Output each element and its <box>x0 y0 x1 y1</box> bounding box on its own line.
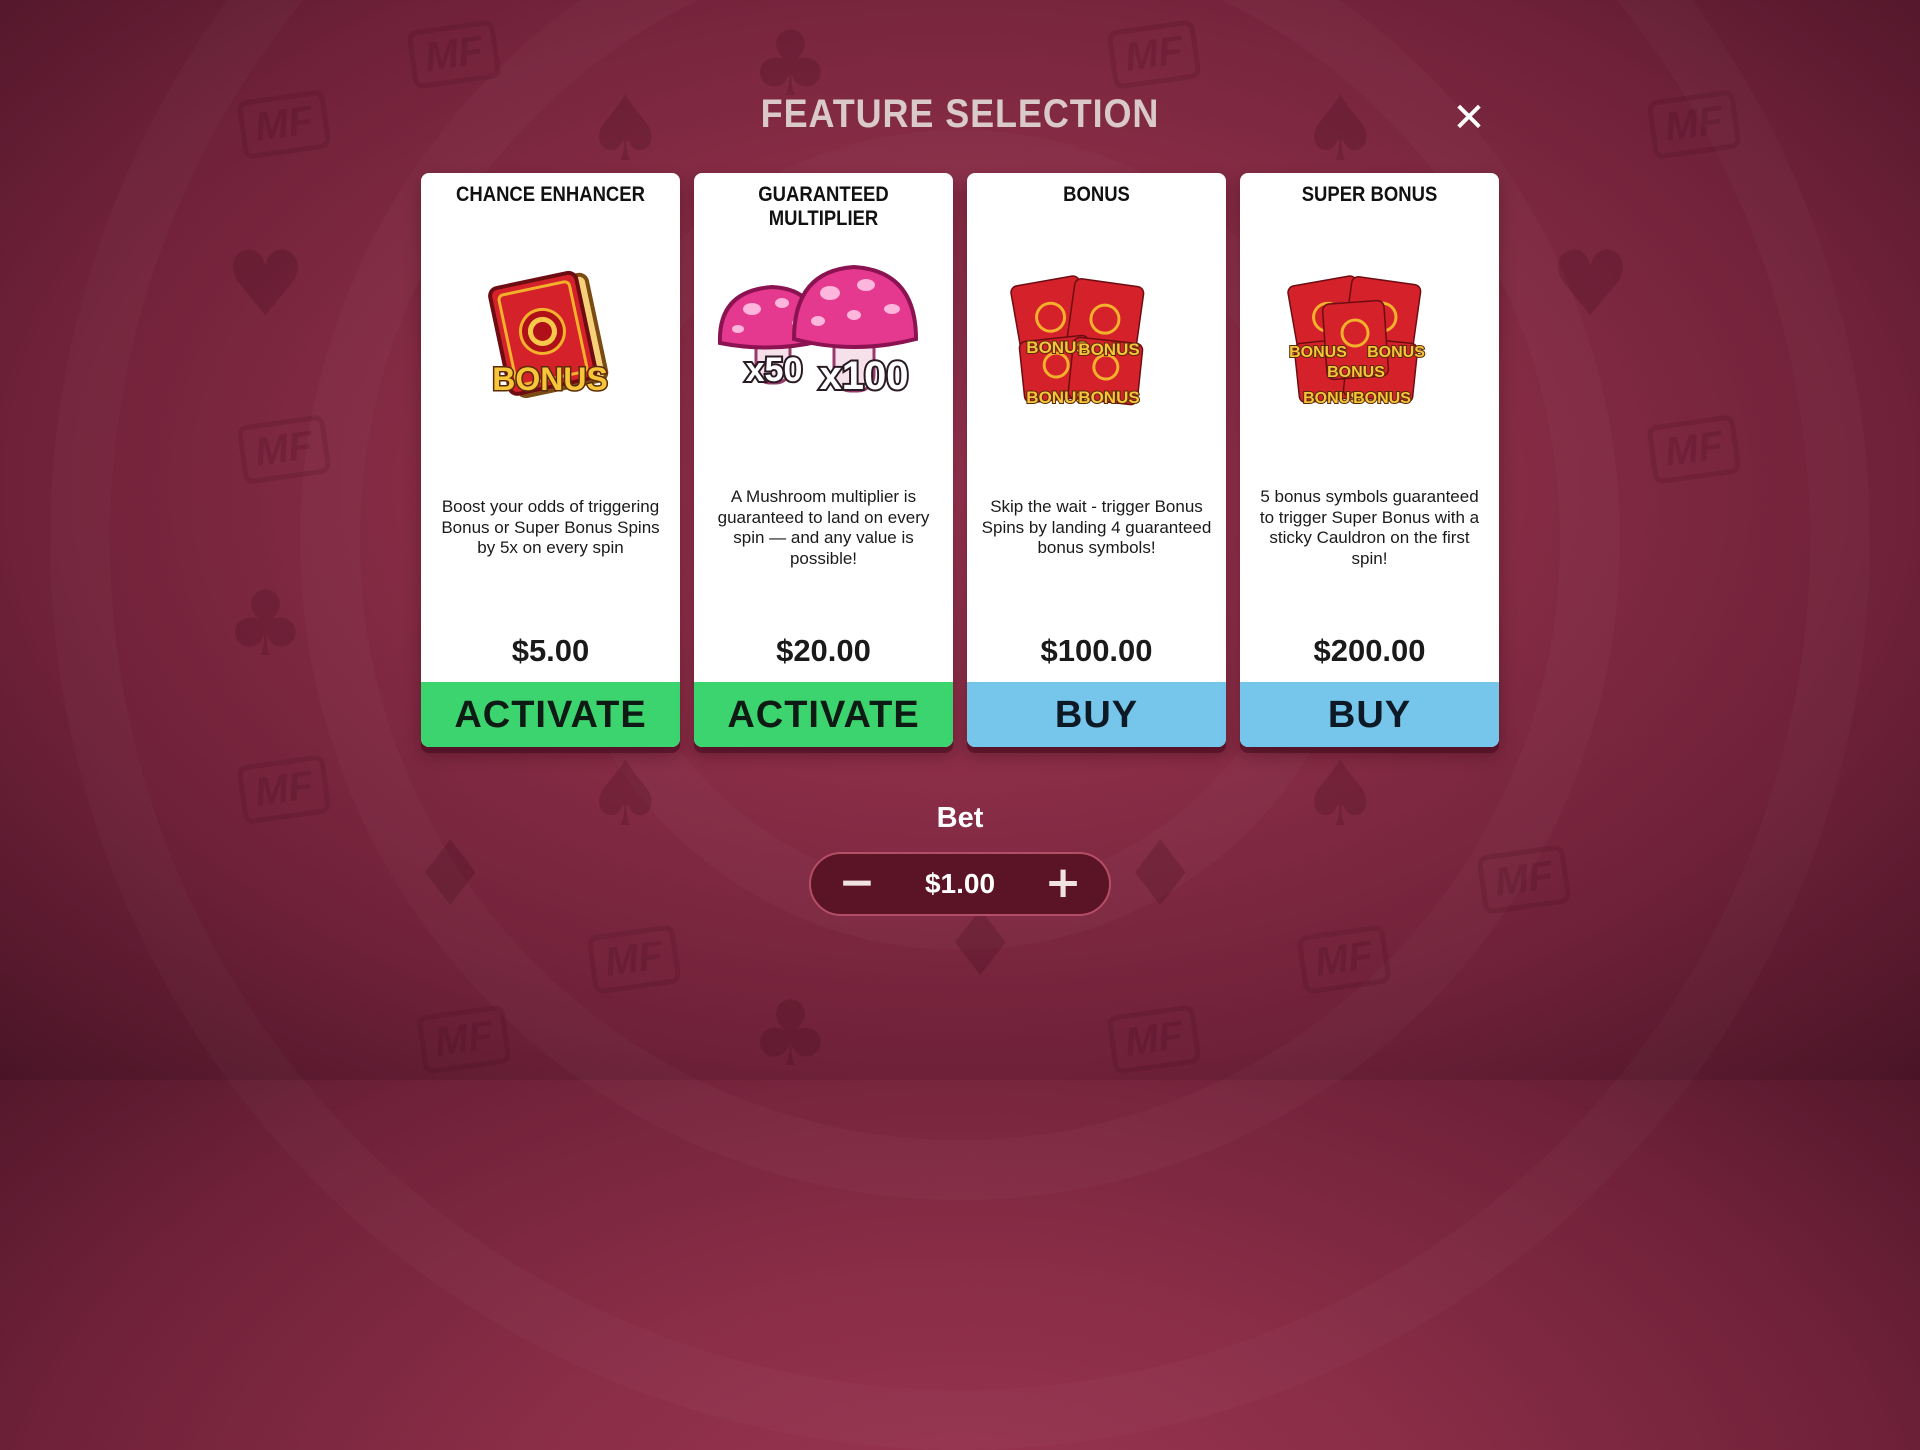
feature-card-bonus: BONUS BONUS BONUS BONUS BONUS Skip the w… <box>967 173 1226 747</box>
minus-icon: − <box>838 857 876 908</box>
plus-icon: + <box>1044 857 1082 908</box>
card-title: BONUS <box>1063 183 1130 206</box>
multiplier-x100-label: x100 <box>820 354 909 398</box>
mf-watermark-logo: MF <box>1646 414 1742 485</box>
club-watermark-icon: ♣ <box>225 572 306 677</box>
mf-watermark-logo: MF <box>1296 924 1392 995</box>
heart-watermark-icon: ♥ <box>225 232 306 337</box>
diamond-watermark-icon: ♦ <box>410 822 491 927</box>
card-title: SUPER BONUS <box>1301 183 1438 206</box>
bonus-label: BONUS <box>1078 388 1139 407</box>
card-description: 5 bonus symbols guaranteed to trigger Su… <box>1259 487 1480 568</box>
bet-label: Bet <box>936 802 984 834</box>
card-description: A Mushroom multiplier is guaranteed to l… <box>717 487 930 568</box>
heart-watermark-icon: ♥ <box>1550 232 1631 337</box>
close-icon: ✕ <box>1452 95 1486 141</box>
diamond-watermark-icon: ♦ <box>1120 822 1201 927</box>
mf-watermark-logo: MF <box>1106 1004 1202 1075</box>
bonus-label: BONUS <box>1353 390 1411 407</box>
card-description: Boost your odds of triggering Bonus or S… <box>441 497 660 558</box>
page-title: FEATURE SELECTION <box>760 92 1160 136</box>
bonus-books-stack-icon: BONUS BONUS BONUS BONUS <box>1010 275 1145 408</box>
multiplier-x50-label: x50 <box>746 351 803 389</box>
card-price: $20.00 <box>776 633 871 668</box>
mf-watermark-logo: MF <box>1106 19 1202 90</box>
feature-card-super-bonus: SUPER BONUS BONUS BONUS BONUS BONUS BONU… <box>1240 173 1499 747</box>
card-price: $200.00 <box>1313 633 1426 668</box>
card-description: Skip the wait - trigger Bonus Spins by l… <box>981 497 1212 558</box>
mf-watermark-logo: MF <box>406 19 502 90</box>
card-title: GUARANTEED MULTIPLIER <box>758 183 889 230</box>
bonus-book-label: BONUS <box>492 361 608 397</box>
club-watermark-icon: ♣ <box>750 982 831 1087</box>
mushroom-multiplier-icon: x50 x100 <box>717 264 919 400</box>
close-button[interactable]: ✕ <box>1447 96 1491 140</box>
bonus-label: BONUS <box>1289 344 1347 361</box>
activate-button-guaranteed-multiplier[interactable]: ACTIVATE <box>694 682 953 747</box>
mf-watermark-logo: MF <box>1476 844 1572 915</box>
increase-bet-button[interactable]: + <box>1031 854 1095 914</box>
decrease-bet-button[interactable]: − <box>825 854 889 914</box>
background: ♣ ♠ ♠ ♥ ♣ ♥ ♠ ♠ ♦ ♦ ♦ ♣ MF MF MF MF MF M… <box>0 0 1920 1080</box>
bonus-label: BONUS <box>1078 340 1139 359</box>
bonus-book-icon: BONUS <box>488 270 609 399</box>
buy-button-bonus[interactable]: BUY <box>967 682 1226 747</box>
feature-card-guaranteed-multiplier: GUARANTEED MULTIPLIER x50 x100 A Mushroo… <box>694 173 953 747</box>
mf-watermark-logo: MF <box>416 1004 512 1075</box>
card-title: CHANCE ENHANCER <box>456 183 645 206</box>
bet-stepper: − $1.00 + <box>809 852 1111 916</box>
activate-button-chance-enhancer[interactable]: ACTIVATE <box>421 682 680 747</box>
buy-button-super-bonus[interactable]: BUY <box>1240 682 1499 747</box>
mf-watermark-logo: MF <box>586 924 682 995</box>
mf-watermark-logo: MF <box>236 414 332 485</box>
feature-card-chance-enhancer: CHANCE ENHANCER BONUS Boost your odds of… <box>421 173 680 747</box>
card-price: $100.00 <box>1040 633 1153 668</box>
background-ring <box>50 0 1870 1450</box>
super-bonus-books-stack-icon: BONUS BONUS BONUS BONUS BONUS <box>1287 275 1426 408</box>
bonus-label: BONUS <box>1327 364 1385 381</box>
card-price: $5.00 <box>511 633 590 668</box>
bonus-label: BONUS <box>1367 344 1425 361</box>
